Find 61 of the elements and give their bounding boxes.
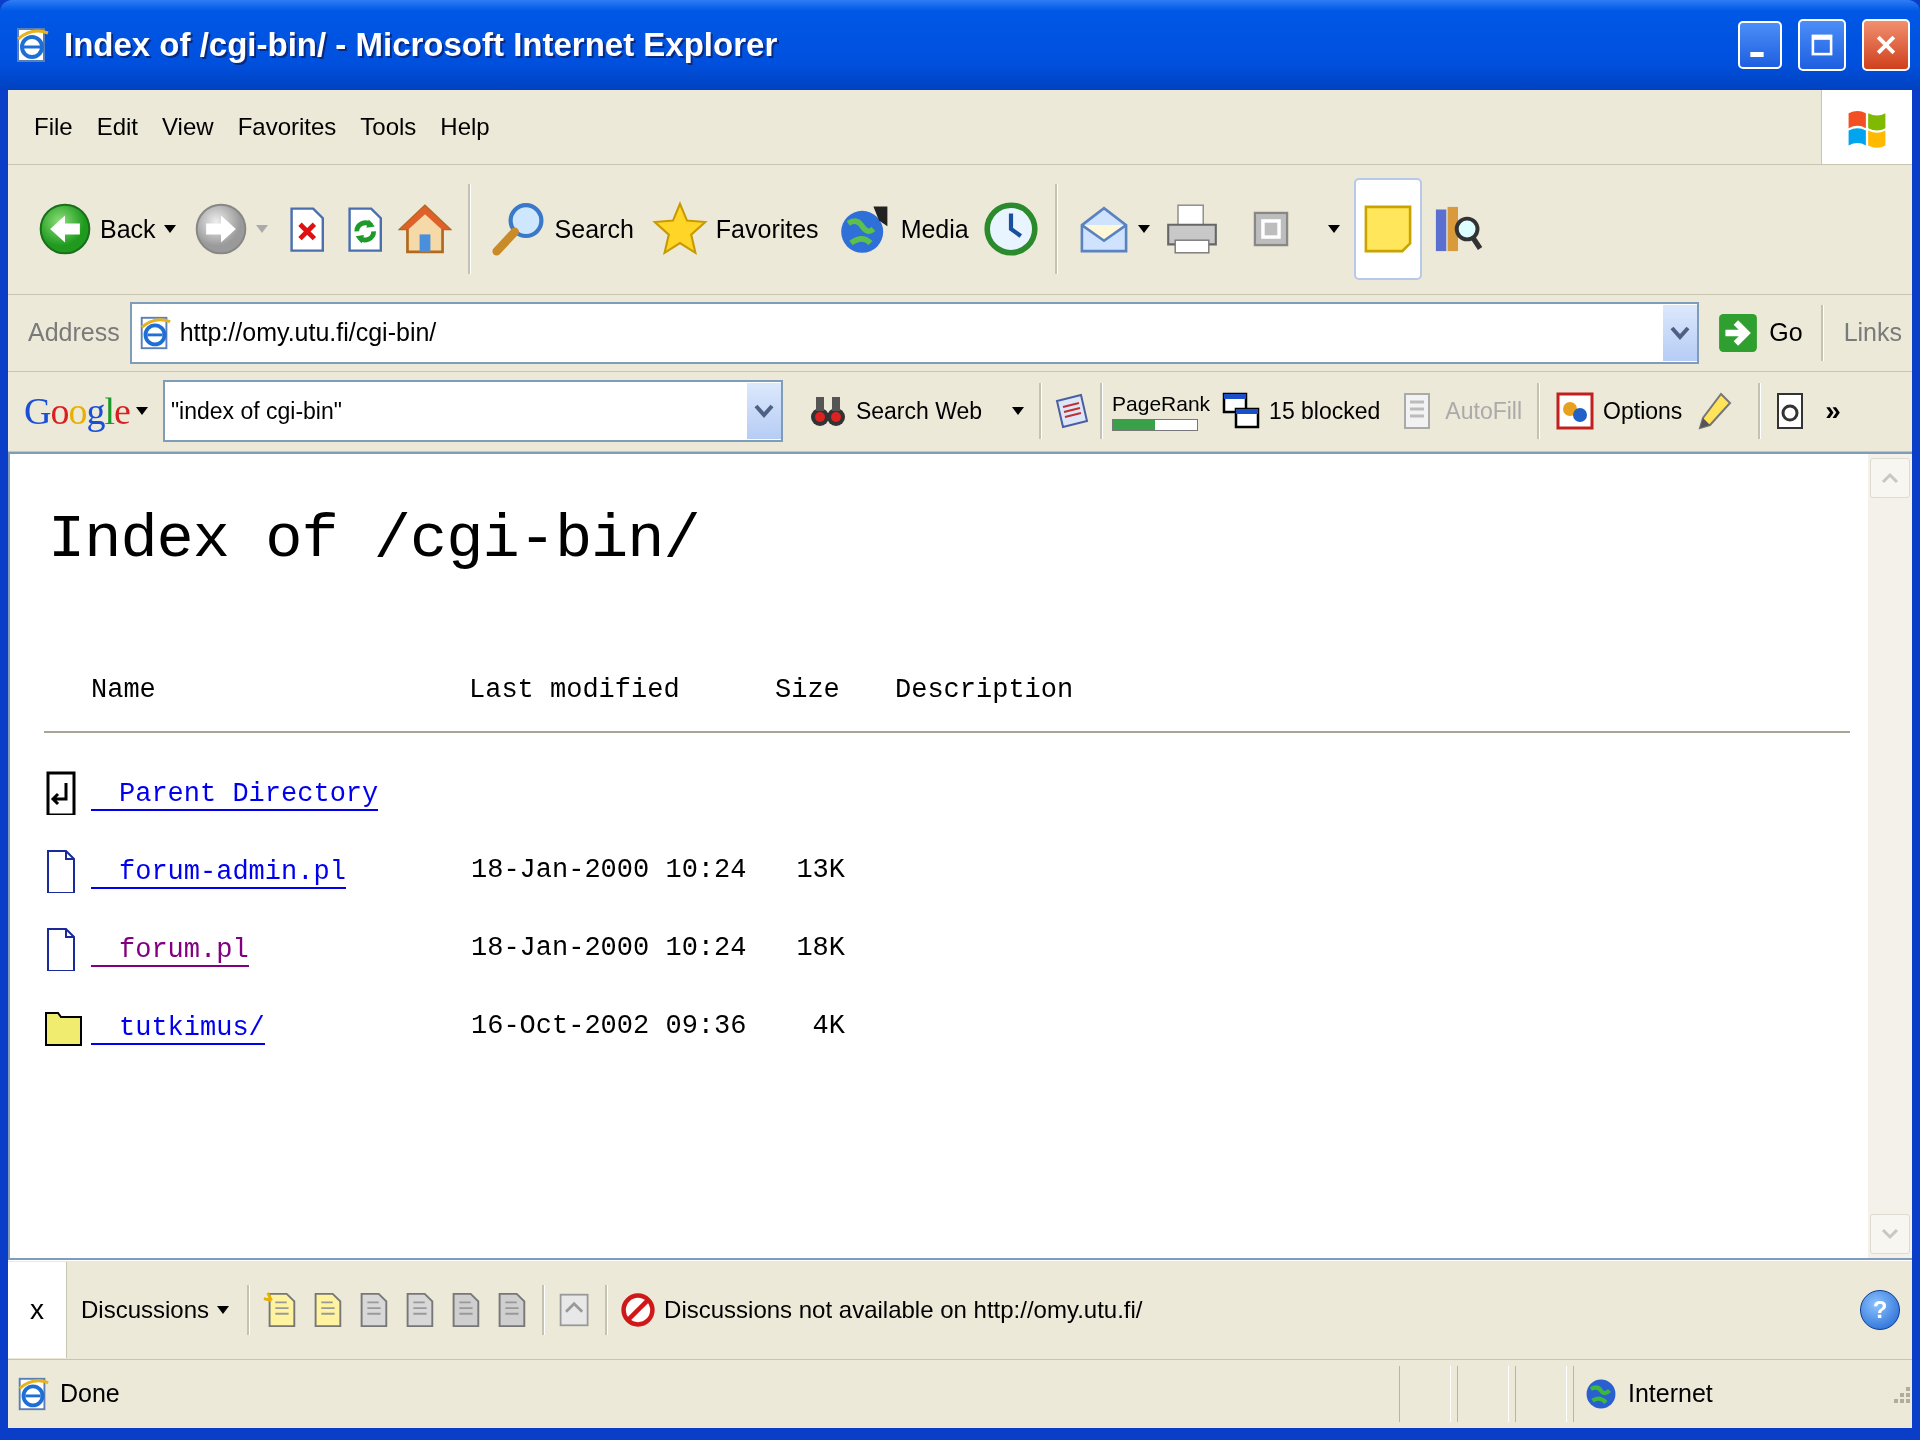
- caret-icon: [1327, 225, 1340, 234]
- close-button[interactable]: [1862, 18, 1910, 71]
- file-size: 4K: [812, 1010, 845, 1041]
- close-button[interactable]: x: [8, 1261, 67, 1358]
- address-field[interactable]: http://omy.utu.fi/cgi-bin/: [129, 301, 1700, 364]
- file-link[interactable]: forum-admin.pl: [91, 856, 346, 889]
- media-button[interactable]: Media: [832, 197, 973, 262]
- file-link[interactable]: forum.pl: [91, 934, 249, 967]
- status-pane: [1515, 1365, 1567, 1422]
- name-column-header: Name: [91, 674, 157, 707]
- pagerank-label: PageRank: [1112, 391, 1211, 416]
- modified-date: 18-Jan-2000 10:24: [470, 854, 748, 885]
- modified-date: 18-Jan-2000 10:24: [470, 932, 748, 963]
- caret-icon: [163, 225, 176, 234]
- menu-item[interactable]: Edit: [84, 106, 151, 147]
- modified-date: 16-Oct-2002 09:36: [470, 1010, 748, 1041]
- minimize-button[interactable]: [1738, 20, 1782, 69]
- menu-item[interactable]: Help: [428, 106, 502, 147]
- menu-item[interactable]: File: [22, 106, 85, 147]
- status-pane: [1399, 1365, 1451, 1422]
- no-entry-icon: [620, 1291, 657, 1328]
- status-pane: [1457, 1365, 1509, 1422]
- caret-icon: [217, 1305, 230, 1314]
- go-button[interactable]: Go: [1709, 307, 1811, 358]
- file-size: 18K: [796, 932, 845, 963]
- google-menu-button[interactable]: Google: [24, 389, 148, 434]
- zone-label: Internet: [1628, 1379, 1713, 1409]
- star-icon: [651, 201, 708, 258]
- maximize-button[interactable]: [1798, 18, 1846, 71]
- caret-icon: [255, 225, 268, 234]
- caret-icon: [135, 407, 148, 416]
- file-link[interactable]: tutkimus/: [91, 1012, 265, 1045]
- size-column-header: Size: [775, 674, 841, 707]
- options-button[interactable]: Options: [1549, 387, 1689, 436]
- search-button[interactable]: Search: [486, 197, 638, 262]
- status-text: Done: [60, 1379, 120, 1409]
- search-web-button[interactable]: Search Web: [801, 387, 1031, 436]
- page-heading: Index of /cgi-bin/: [48, 503, 701, 575]
- window-title: Index of /cgi-bin/ - Microsoft Internet Explorer: [64, 25, 779, 64]
- favorites-button[interactable]: Favorites: [647, 197, 823, 262]
- status-message: Discussions not available on http://omy.utu.fi/: [664, 1295, 1143, 1324]
- minimize-icon: [1750, 51, 1764, 57]
- more-button[interactable]: »: [1825, 395, 1841, 428]
- description-column-header: Description: [894, 674, 1075, 707]
- caret-icon: [1012, 407, 1025, 416]
- popup-blocker-button[interactable]: 15 blocked: [1215, 387, 1387, 436]
- clock-icon[interactable]: [982, 201, 1039, 258]
- discussions-menu-button[interactable]: Discussions: [75, 1291, 236, 1328]
- menu-item[interactable]: Tools: [348, 106, 429, 147]
- file-link[interactable]: Parent Directory: [91, 778, 379, 811]
- note-button[interactable]: [1353, 178, 1422, 281]
- file-size: 13K: [796, 854, 845, 885]
- options-icon: [1555, 391, 1596, 432]
- links-button[interactable]: Links: [1833, 318, 1912, 348]
- search-field[interactable]: "index of cgi-bin": [162, 380, 783, 443]
- menu-item[interactable]: View: [150, 106, 226, 147]
- address-label: Address: [28, 318, 120, 348]
- menu-item[interactable]: Favorites: [225, 106, 349, 147]
- last-modified-column-header: Last modified: [469, 674, 681, 707]
- back-button[interactable]: Back: [34, 198, 180, 261]
- caret-icon: [1137, 225, 1150, 234]
